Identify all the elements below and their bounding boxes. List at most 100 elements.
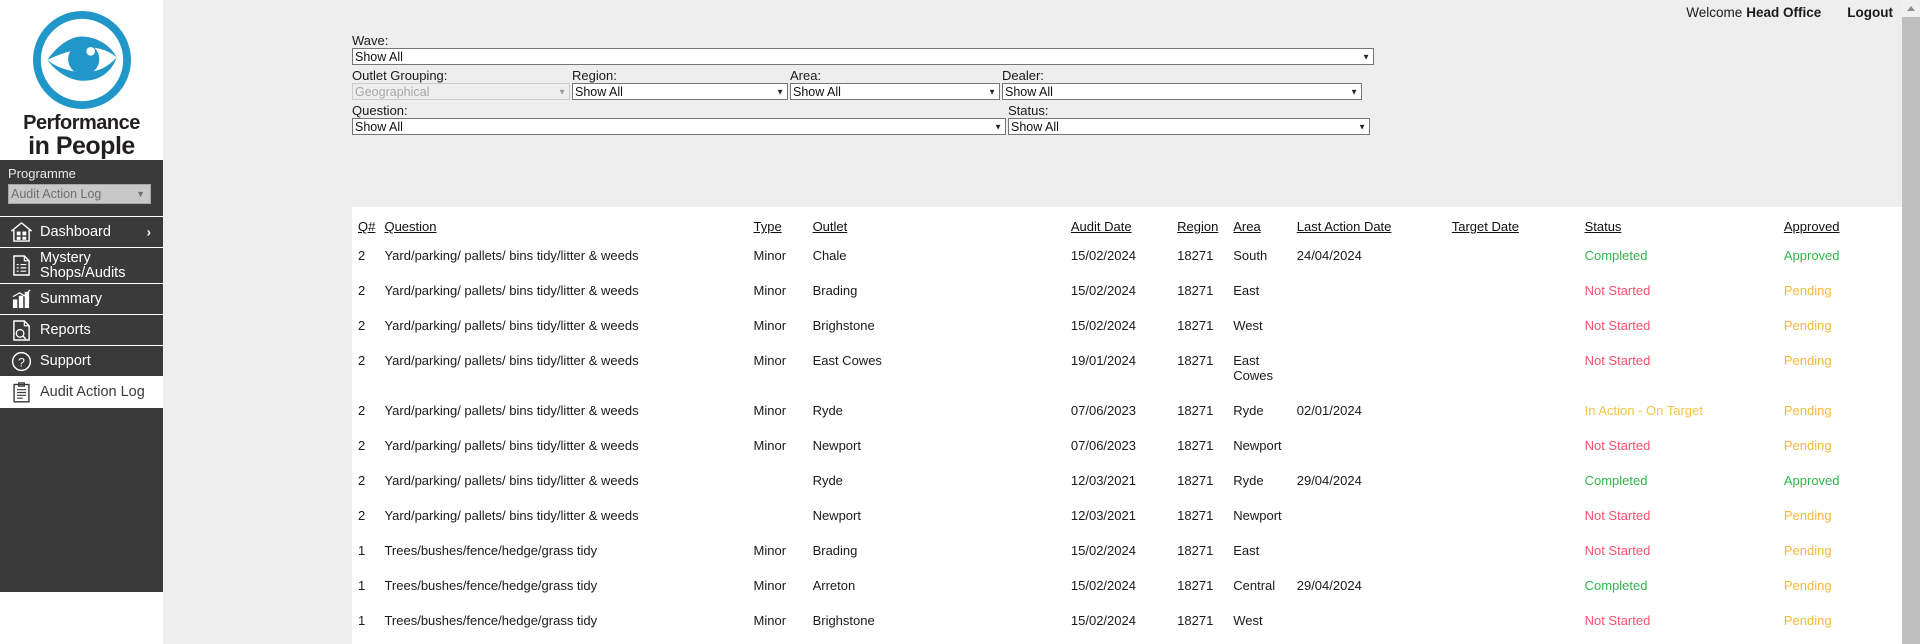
cell-last-action-date (1297, 308, 1452, 343)
cell-status: Not Started (1584, 283, 1651, 298)
status-label: Status: (1008, 103, 1049, 118)
document-checklist-icon (10, 255, 32, 277)
wave-select[interactable]: Show All (352, 48, 1374, 65)
region-select[interactable]: Show All (572, 83, 788, 100)
cell-audit-date: 12/03/2021 (1070, 508, 1136, 523)
outlet-grouping-select-wrap: Geographical ▼ (352, 83, 570, 100)
cell-approved: Pending (1783, 508, 1832, 523)
cell-q-number: 2 (358, 508, 366, 523)
table-row[interactable]: 1 Trees/bushes/fence/hedge/grass tidy Mino… (352, 568, 1902, 603)
clipboard-icon (10, 381, 32, 403)
col-header-approved[interactable]: Approved (1784, 207, 1902, 238)
area-field: Area: Show All ▼ (790, 68, 1000, 100)
cell-outlet: Brading (812, 543, 858, 558)
cell-question: Yard/parking/ pallets/ bins tidy/litter … (384, 438, 639, 453)
table-row[interactable]: 2 Yard/parking/ pallets/ bins tidy/litter… (352, 498, 1902, 533)
area-label: Area: (790, 68, 822, 83)
cell-region: 18271 (1177, 248, 1214, 263)
cell-approved: Pending (1783, 613, 1832, 628)
cell-region: 18271 (1177, 613, 1214, 628)
cell-q-number: 1 (358, 543, 366, 558)
dealer-select-wrap[interactable]: Show All ▼ (1002, 83, 1362, 100)
dealer-select[interactable]: Show All (1002, 83, 1362, 100)
col-header-last-action-date[interactable]: Last Action Date (1297, 207, 1452, 238)
cell-status: Not Started (1584, 318, 1651, 333)
sidebar-item-dashboard[interactable]: Dashboard › (0, 217, 163, 248)
logout-link[interactable]: Logout (1847, 5, 1893, 20)
col-header-target-date[interactable]: Target Date (1452, 207, 1585, 238)
cell-approved: Pending (1783, 403, 1832, 418)
cell-audit-date: 15/02/2024 (1070, 283, 1136, 298)
table-row[interactable]: 2 Yard/parking/ pallets/ bins tidy/litter… (352, 428, 1902, 463)
cell-target-date (1452, 428, 1585, 463)
region-select-wrap[interactable]: Show All ▼ (572, 83, 788, 100)
wave-select-wrap[interactable]: Show All ▼ (352, 48, 1374, 65)
programme-select[interactable]: Audit Action Log (8, 184, 151, 204)
filter-row-grouping: Outlet Grouping: Geographical ▼ Region: … (352, 68, 1374, 100)
col-header-question[interactable]: Question (384, 207, 753, 238)
table-row[interactable]: 2 Yard/parking/ pallets/ bins tidy/litter… (352, 393, 1902, 428)
sidebar-item-label: Summary (40, 290, 103, 307)
cell-audit-date: 15/02/2024 (1070, 578, 1136, 593)
table-row[interactable]: 2 Yard/parking/ pallets/ bins tidy/litter… (352, 308, 1902, 343)
table-row[interactable]: 1 Trees/bushes/fence/hedge/grass tidy Mino… (352, 603, 1902, 638)
cell-area: East Cowes (1233, 353, 1274, 383)
area-select[interactable]: Show All (790, 83, 1000, 100)
scroll-up-arrow-icon[interactable] (1902, 0, 1920, 17)
page-scrollbar[interactable] (1902, 0, 1920, 644)
cell-region: 18271 (1177, 473, 1214, 488)
cell-region: 18271 (1177, 543, 1214, 558)
table-row[interactable]: 2 Yard/parking/ pallets/ bins tidy/litter… (352, 238, 1902, 273)
col-header-region[interactable]: Region (1177, 207, 1233, 238)
programme-label: Programme (8, 166, 76, 181)
table-row[interactable]: 2 Yard/parking/ pallets/ bins tidy/litter… (352, 463, 1902, 498)
question-select-wrap[interactable]: Show All ▼ (352, 118, 1006, 135)
chevron-right-icon: › (146, 224, 151, 240)
cell-area: West (1233, 613, 1263, 628)
col-header-audit-date[interactable]: Audit Date (1071, 207, 1177, 238)
cell-q-number: 1 (358, 578, 366, 593)
cell-approved: Pending (1783, 318, 1832, 333)
cell-outlet: Brighstone (812, 318, 875, 333)
col-header-outlet[interactable]: Outlet (813, 207, 1071, 238)
cell-status: Not Started (1584, 613, 1651, 628)
filter-row-question-status: Question: Show All ▼ Status: Show All ▼ (352, 103, 1374, 135)
question-select[interactable]: Show All (352, 118, 1006, 135)
programme-select-wrap[interactable]: Audit Action Log ▼ (8, 184, 151, 204)
cell-region: 18271 (1177, 578, 1214, 593)
sidebar-item-label: Reports (40, 321, 91, 338)
area-select-wrap[interactable]: Show All ▼ (790, 83, 1000, 100)
cell-last-action-date: 24/04/2024 (1296, 248, 1362, 263)
scrollbar-thumb[interactable] (1902, 17, 1920, 644)
cell-target-date (1452, 273, 1585, 308)
cell-outlet: Newport (812, 508, 861, 523)
sidebar-item-audit-action-log[interactable]: Audit Action Log (0, 377, 163, 408)
col-header-status[interactable]: Status (1585, 207, 1784, 238)
status-field: Status: Show All ▼ (1008, 103, 1370, 135)
table-row[interactable]: 2 Yard/parking/ pallets/ bins tidy/litter… (352, 273, 1902, 308)
sidebar-item-summary[interactable]: Summary (0, 284, 163, 315)
cell-audit-date: 07/06/2023 (1070, 438, 1136, 453)
col-header-area[interactable]: Area (1233, 207, 1296, 238)
cell-outlet: Ryde (812, 403, 843, 418)
question-field: Question: Show All ▼ (352, 103, 1006, 135)
sidebar-item-support[interactable]: ? Support (0, 346, 163, 377)
cell-approved: Pending (1783, 438, 1832, 453)
cell-outlet: East Cowes (812, 353, 882, 368)
cell-area: East (1233, 543, 1260, 558)
col-header-q-number[interactable]: Q# (352, 207, 384, 238)
cell-target-date (1452, 533, 1585, 568)
cell-status: Completed (1584, 248, 1648, 263)
table-row[interactable]: 2 Yard/parking/ pallets/ bins tidy/litter… (352, 343, 1902, 393)
cell-q-number: 2 (358, 283, 366, 298)
sidebar-item-reports[interactable]: Reports (0, 315, 163, 346)
col-header-type[interactable]: Type (754, 207, 813, 238)
cell-question: Trees/bushes/fence/hedge/grass tidy (384, 613, 598, 628)
cell-question: Yard/parking/ pallets/ bins tidy/litter … (384, 248, 639, 263)
status-select[interactable]: Show All (1008, 118, 1370, 135)
status-select-wrap[interactable]: Show All ▼ (1008, 118, 1370, 135)
sidebar: Performance in People Programme Audit Ac… (0, 0, 163, 644)
svg-text:?: ? (18, 355, 25, 369)
sidebar-item-mystery-shops-audits[interactable]: Mystery Shops/Audits (0, 248, 163, 284)
table-row[interactable]: 1 Trees/bushes/fence/hedge/grass tidy Mino… (352, 533, 1902, 568)
